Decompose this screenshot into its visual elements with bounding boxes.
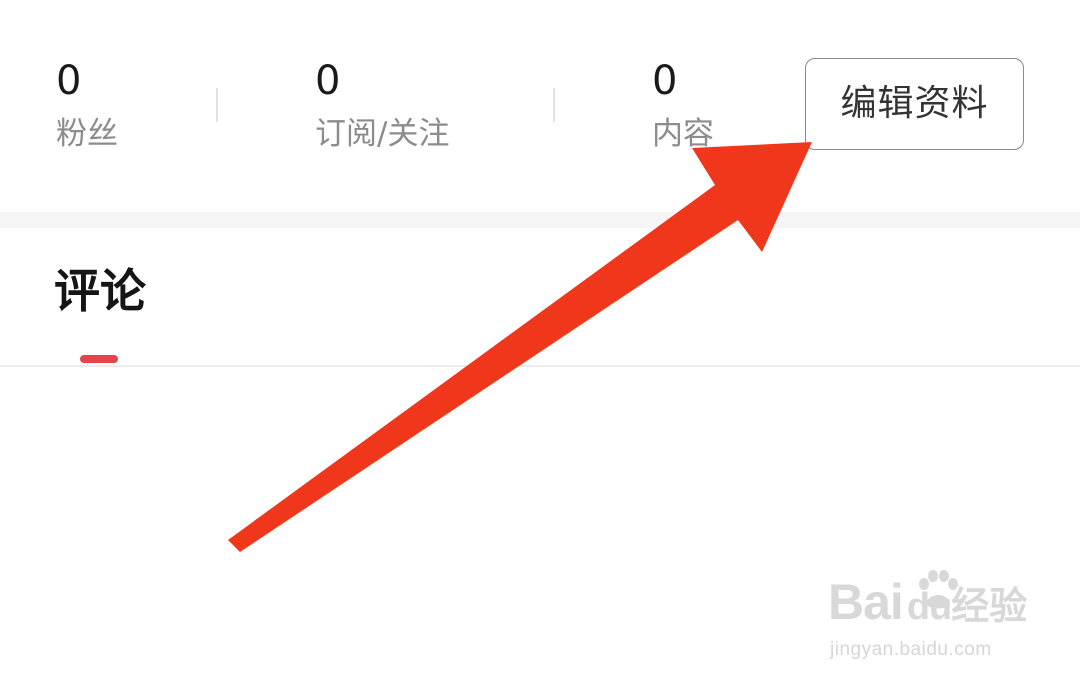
watermark-url: jingyan.baidu.com — [830, 639, 992, 660]
watermark: Bai du经验 jingyan.baidu.com — [828, 570, 1028, 672]
content-label: 内容 — [652, 116, 714, 152]
subscriptions-count: 0 — [315, 58, 341, 104]
edit-profile-button[interactable]: 编辑资料 — [805, 58, 1024, 150]
content-count: 0 — [652, 58, 678, 104]
stat-content[interactable]: 0 内容 — [652, 56, 714, 154]
tab-comments[interactable]: 评论 — [54, 262, 146, 320]
stat-subscriptions[interactable]: 0 订阅/关注 — [315, 56, 449, 154]
stat-fans[interactable]: 0 粉丝 — [56, 56, 118, 154]
paw-icon — [919, 570, 958, 609]
active-tab-indicator — [80, 355, 118, 363]
subscriptions-label: 订阅/关注 — [315, 116, 450, 152]
profile-page: 0 粉丝 0 订阅/关注 0 内容 编辑资料 评论 Bai du经验 jingy… — [0, 0, 1080, 688]
fans-label: 粉丝 — [56, 116, 118, 152]
section-separator — [0, 212, 1080, 228]
fans-count: 0 — [56, 58, 82, 104]
profile-stats: 0 粉丝 0 订阅/关注 0 内容 编辑资料 — [0, 0, 1080, 212]
stat-divider — [216, 88, 218, 122]
stat-divider — [553, 88, 555, 122]
tab-bar-divider — [0, 365, 1080, 367]
